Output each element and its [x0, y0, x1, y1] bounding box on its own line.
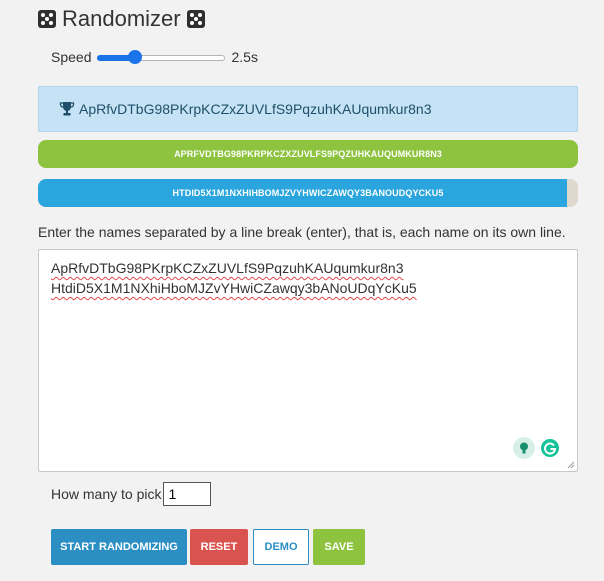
speed-value: 2.5s: [231, 49, 258, 65]
instructions-text: Enter the names separated by a line brea…: [38, 224, 566, 240]
name-line: HtdiD5X1M1NXhiHboMJZvYHwiCZawqy3bANoUDqY…: [51, 280, 417, 296]
resize-grip-icon[interactable]: [567, 461, 575, 469]
name-line: ApRfvDTbG98PKrpKCZxZUVLfS9PqzuhKAUqumkur…: [51, 260, 404, 276]
result-bar-label: HTDID5X1M1NXHIHBOMJZVYHWICZAWQY3BANOUDQY…: [172, 188, 444, 198]
lightbulb-icon[interactable]: [513, 437, 535, 459]
names-textarea[interactable]: ApRfvDTbG98PKrpKCZxZUVLfS9PqzuhKAUqumkur…: [38, 249, 578, 472]
speed-slider[interactable]: [97, 50, 226, 64]
app-title: Randomizer: [62, 6, 181, 31]
speed-control: Speed 2.5s: [51, 46, 258, 68]
demo-button[interactable]: DEMO: [253, 529, 309, 565]
save-button[interactable]: SAVE: [313, 529, 365, 565]
grammarly-icon[interactable]: [539, 437, 561, 459]
result-bar: APRFVDTBG98PKRPKCZXZUVLFS9PQZUHKAUQUMKUR…: [38, 140, 578, 168]
trophy-icon: [59, 102, 75, 116]
page-title: Randomizer: [38, 4, 205, 34]
start-randomizing-button[interactable]: START RANDOMIZING: [51, 529, 187, 565]
pick-count-input[interactable]: [163, 482, 212, 506]
result-bar-label: APRFVDTBG98PKRPKCZXZUVLFS9PQZUHKAUQUMKUR…: [174, 149, 442, 159]
dice-icon: [38, 10, 56, 28]
winner-panel: ApRfvDTbG98PKrpKCZxZUVLfS9PqzuhKAUqumkur…: [38, 86, 578, 132]
reset-button[interactable]: RESET: [190, 529, 248, 565]
dice-icon: [186, 10, 205, 28]
winner-name: ApRfvDTbG98PKrpKCZxZUVLfS9PqzuhKAUqumkur…: [79, 101, 432, 117]
pick-count-row: How many to pick: [51, 481, 212, 507]
pick-label: How many to pick: [51, 486, 162, 502]
textarea-extension-icons: [513, 437, 561, 459]
result-bar: HTDID5X1M1NXHIHBOMJZVYHWICZAWQY3BANOUDQY…: [38, 179, 578, 207]
speed-label: Speed: [51, 49, 92, 65]
slider-thumb[interactable]: [127, 50, 142, 64]
